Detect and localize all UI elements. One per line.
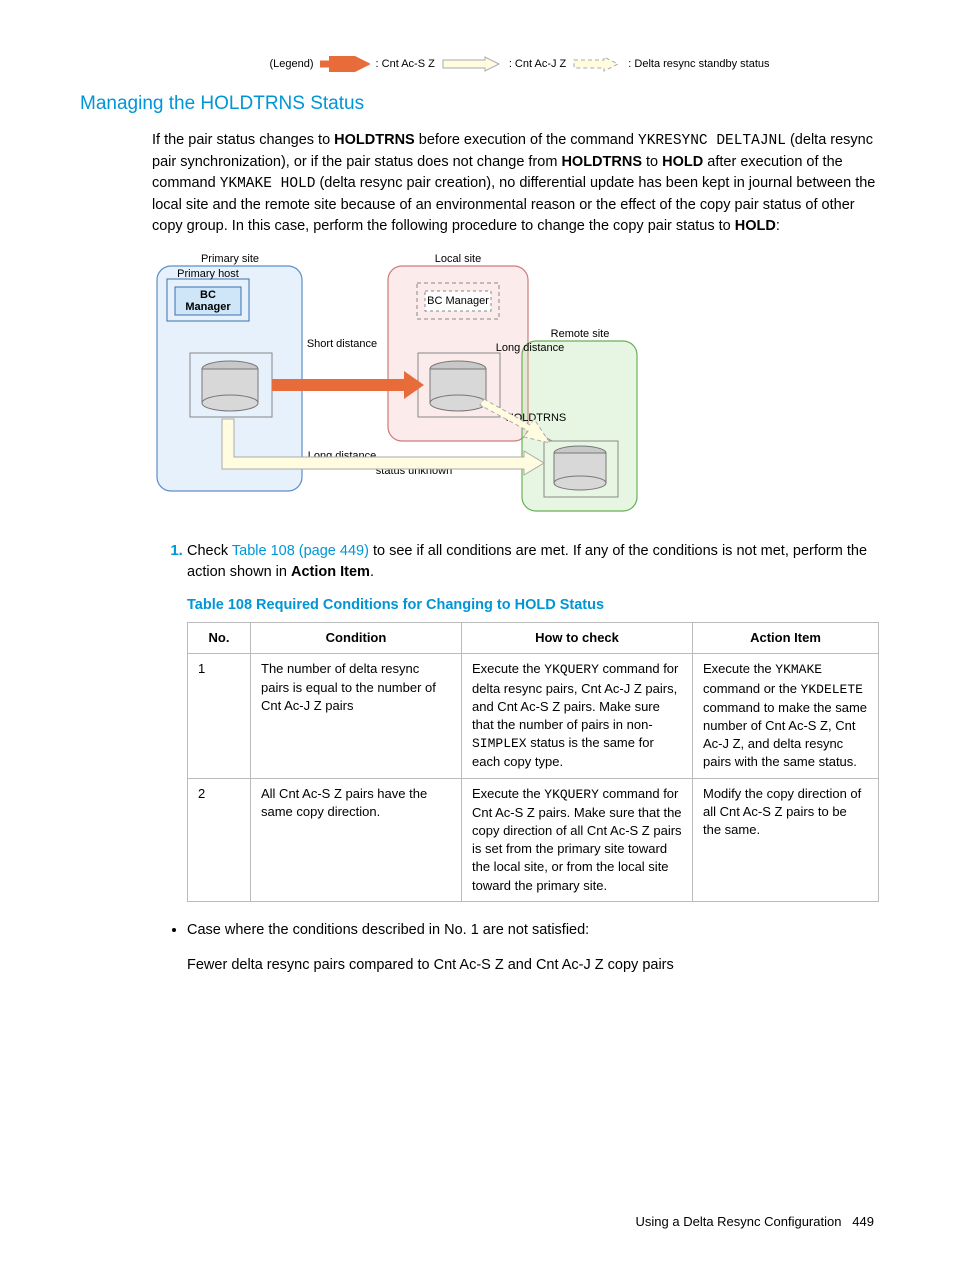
diag-bcm-line2: Manager (185, 301, 231, 313)
case-bullet-1: Case where the conditions described in N… (187, 920, 879, 941)
th-condition: Condition (251, 622, 462, 654)
legend-label: (Legend) (269, 58, 313, 70)
th-no: No. (188, 622, 251, 654)
diag-primary-host: Primary host (177, 268, 239, 280)
diag-bcm-line1: BC (200, 289, 216, 301)
legend-item-3: : Delta resync standby status (628, 58, 769, 70)
table-108-caption: Table 108 Required Conditions for Changi… (187, 595, 879, 616)
intro-paragraph: If the pair status changes to HOLDTRNS b… (152, 130, 879, 237)
diag-long-distance-1: Long distance (496, 342, 565, 354)
legend-row: (Legend) : Cnt Ac-S Z : Cnt Ac-J Z : Del… (160, 55, 879, 73)
th-action: Action Item (693, 622, 879, 654)
case-subline: Fewer delta resync pairs compared to Cnt… (187, 955, 879, 976)
table-row: 2 All Cnt Ac-S Z pairs have the same cop… (188, 778, 879, 901)
diag-short-distance: Short distance (307, 338, 377, 350)
document-page: (Legend) : Cnt Ac-S Z : Cnt Ac-J Z : Del… (0, 0, 954, 1271)
table-108: No. Condition How to check Action Item 1… (187, 622, 879, 902)
step-1: Check Table 108 (page 449) to see if all… (187, 540, 879, 902)
section-heading: Managing the HOLDTRNS Status (80, 93, 879, 115)
diag-local-site: Local site (435, 253, 481, 265)
diag-primary-site: Primary site (201, 253, 259, 265)
arrow-yellow-outline-icon (441, 55, 503, 73)
diag-remote-site: Remote site (551, 328, 610, 340)
table-row: 1 The number of delta resync pairs is eq… (188, 654, 879, 778)
legend-item-1: : Cnt Ac-S Z (376, 58, 435, 70)
th-check: How to check (462, 622, 693, 654)
table-108-link[interactable]: Table 108 (page 449) (232, 543, 369, 559)
architecture-diagram: Primary site Local site Remote site Prim… (152, 251, 879, 520)
page-footer: Using a Delta Resync Configuration 449 (636, 1214, 874, 1229)
diag-bcm2: BC Manager (427, 295, 489, 307)
legend-item-2: : Cnt Ac-J Z (509, 58, 566, 70)
steps-list: Check Table 108 (page 449) to see if all… (152, 540, 879, 902)
arrow-red-icon (320, 56, 370, 72)
arrow-yellow-dashed-icon (572, 55, 622, 73)
case-bullets: Case where the conditions described in N… (152, 920, 879, 941)
